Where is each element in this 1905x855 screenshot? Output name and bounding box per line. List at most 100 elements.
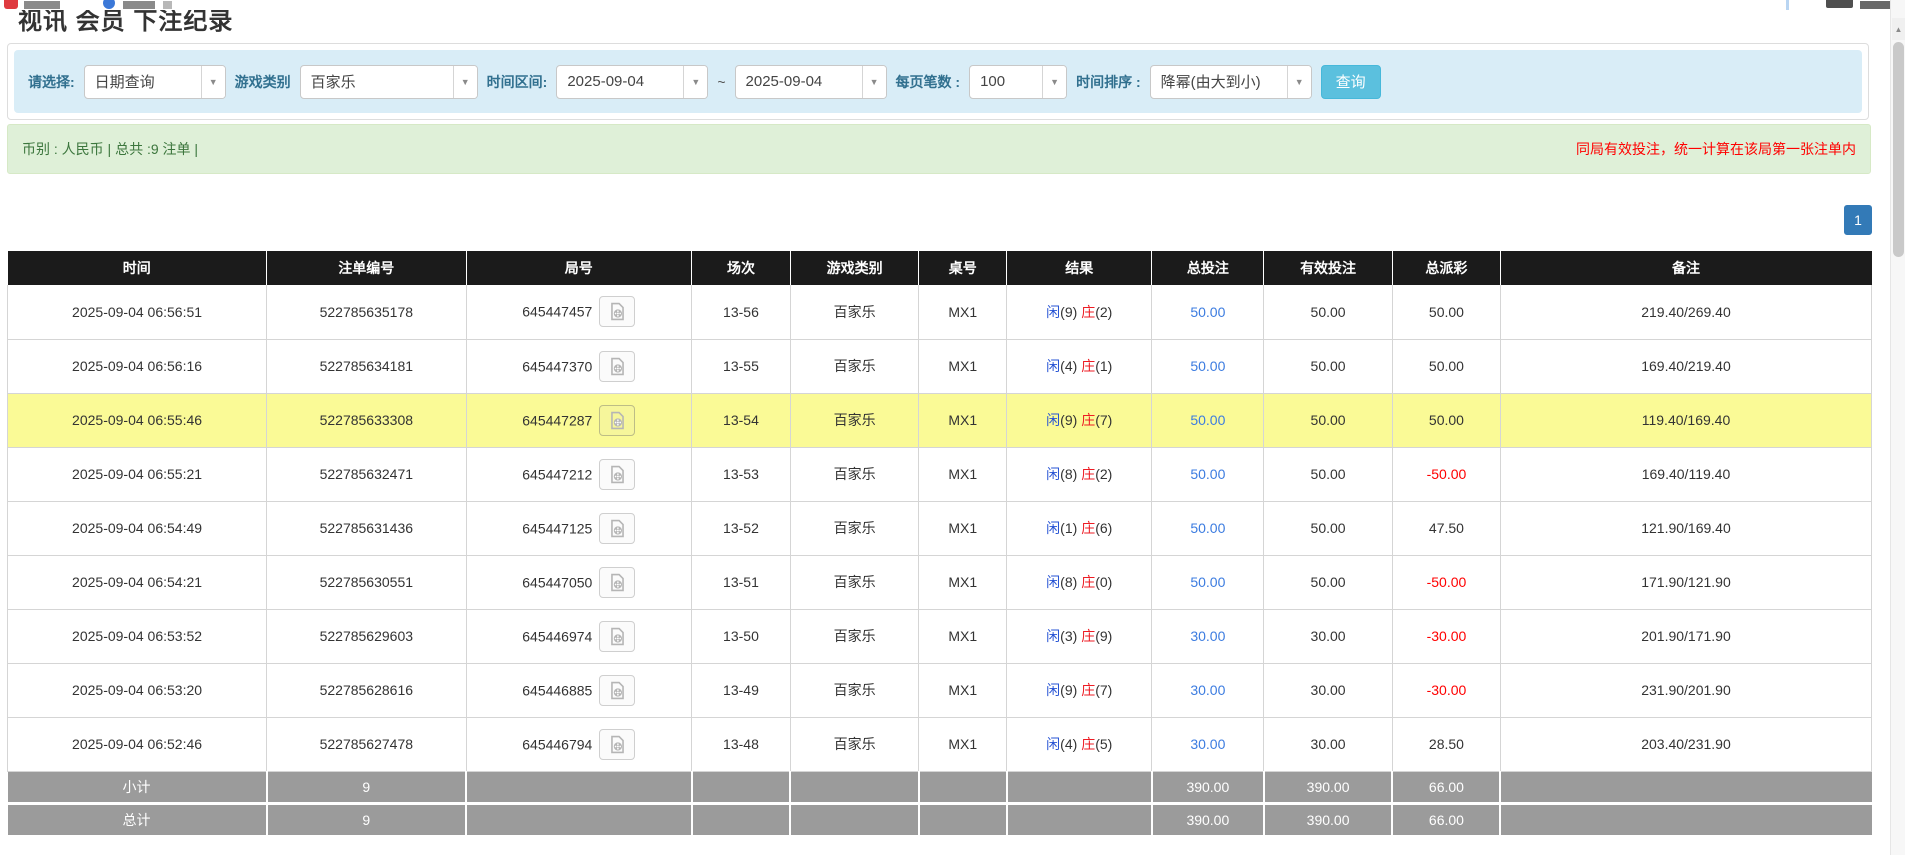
subtotal-total-bet: 390.00 [1152,771,1264,803]
cell-bet-id: 522785630551 [267,555,466,609]
video-replay-button[interactable] [599,729,635,760]
page-size-label: 每页笔数 : [896,72,961,92]
cell-time: 2025-09-04 06:56:16 [8,339,267,393]
total-bet-link[interactable]: 30.00 [1190,736,1225,752]
filter-panel: 请选择: 日期查询 ▼ 游戏类别 百家乐 ▼ 时间区间: 2025-09-04 … [7,43,1869,120]
date-to-select[interactable]: 2025-09-04 ▼ [735,65,887,99]
video-document-icon [608,411,627,430]
total-bet-link[interactable]: 50.00 [1190,358,1225,374]
range-separator: ~ [717,74,725,90]
bookmark-label-fragment[interactable] [24,1,60,9]
cell-total-bet: 50.00 [1152,393,1264,447]
table-row: 2025-09-04 06:54:49 522785631436 6454471… [8,501,1872,555]
cell-round: 645446885 [466,663,692,717]
cell-time: 2025-09-04 06:54:49 [8,501,267,555]
bookmark-chevron-icon[interactable] [163,1,172,9]
total-bet-link[interactable]: 50.00 [1190,520,1225,536]
cell-table-no: MX1 [919,501,1007,555]
search-button[interactable]: 查询 [1321,65,1381,99]
column-header: 总派彩 [1392,251,1500,285]
cell-session: 13-54 [692,393,791,447]
table-row: 2025-09-04 06:54:21 522785630551 6454470… [8,555,1872,609]
cell-bet-id: 522785633308 [267,393,466,447]
cell-round: 645447125 [466,501,692,555]
subtotal-valid-bet: 390.00 [1264,771,1393,803]
chevron-down-icon: ▼ [862,66,886,98]
bookmark-favicon-red-icon[interactable] [4,0,18,9]
cell-session: 13-52 [692,501,791,555]
total-bet-link[interactable]: 50.00 [1190,304,1225,320]
column-header: 有效投注 [1264,251,1393,285]
total-bet-link[interactable]: 50.00 [1190,466,1225,482]
video-document-icon [608,465,627,484]
scrollbar-up-icon[interactable]: ▲ [1892,18,1905,40]
bookmark-favicon-blue-icon[interactable] [103,0,115,9]
date-from-select[interactable]: 2025-09-04 ▼ [556,65,708,99]
cell-total-bet: 50.00 [1152,285,1264,339]
cell-total-bet: 50.00 [1152,501,1264,555]
cell-total-bet: 50.00 [1152,339,1264,393]
cell-result: 闲(8) 庄(0) [1007,555,1152,609]
query-type-select[interactable]: 日期查询 ▼ [84,65,226,99]
chevron-down-icon: ▼ [1287,66,1311,98]
cell-table-no: MX1 [919,285,1007,339]
cell-result: 闲(4) 庄(1) [1007,339,1152,393]
game-category-select[interactable]: 百家乐 ▼ [300,65,478,99]
cell-round: 645446974 [466,609,692,663]
video-document-icon [608,302,627,321]
cell-time: 2025-09-04 06:56:51 [8,285,267,339]
scrollbar-thumb[interactable] [1893,42,1904,257]
bookmark-label-fragment[interactable] [123,1,155,9]
video-replay-button[interactable] [599,296,635,327]
column-header: 注单编号 [267,251,466,285]
page-size-select[interactable]: 100 ▼ [969,65,1067,99]
cell-payout: 50.00 [1392,285,1500,339]
table-header-row: 时间注单编号局号场次游戏类别桌号结果总投注有效投注总派彩备注 [8,251,1872,285]
video-replay-button[interactable] [599,675,635,706]
video-document-icon [608,357,627,376]
cell-payout: 28.50 [1392,717,1500,771]
column-header: 结果 [1007,251,1152,285]
table-row: 2025-09-04 06:55:21 522785632471 6454472… [8,447,1872,501]
cell-table-no: MX1 [919,393,1007,447]
summary-alert: 币别 : 人民币 | 总共 :9 注单 | 同局有效投注，统一计算在该局第一张注… [7,124,1871,174]
table-row: 2025-09-04 06:55:46 522785633308 6454472… [8,393,1872,447]
video-replay-button[interactable] [599,567,635,598]
video-replay-button[interactable] [599,513,635,544]
cell-result: 闲(8) 庄(2) [1007,447,1152,501]
column-header: 游戏类别 [790,251,919,285]
page-1-button[interactable]: 1 [1844,205,1872,235]
time-sort-label: 时间排序 : [1076,72,1141,92]
all-bookmarks-folder-icon[interactable] [1826,0,1853,8]
column-header: 总投注 [1152,251,1264,285]
subtotal-count: 9 [267,771,466,803]
cell-bet-id: 522785629603 [267,609,466,663]
vertical-scrollbar[interactable]: ▲ [1890,0,1905,855]
video-replay-button[interactable] [599,351,635,382]
total-bet-link[interactable]: 30.00 [1190,682,1225,698]
cell-round: 645447050 [466,555,692,609]
cell-payout: -30.00 [1392,663,1500,717]
total-bet-link[interactable]: 50.00 [1190,412,1225,428]
cell-time: 2025-09-04 06:54:21 [8,555,267,609]
video-replay-button[interactable] [599,405,635,436]
cell-valid-bet: 50.00 [1264,285,1393,339]
cell-payout: -50.00 [1392,555,1500,609]
time-sort-select[interactable]: 降幂(由大到小) ▼ [1150,65,1312,99]
total-bet-link[interactable]: 50.00 [1190,574,1225,590]
video-document-icon [608,573,627,592]
video-replay-button[interactable] [599,621,635,652]
cell-game: 百家乐 [790,285,919,339]
cell-game: 百家乐 [790,339,919,393]
cell-remark: 169.40/219.40 [1500,339,1871,393]
cell-payout: -30.00 [1392,609,1500,663]
betting-records-page: 视讯 会员 下注纪录 请选择: 日期查询 ▼ 游戏类别 百家乐 ▼ 时间区间: … [0,0,1905,855]
cell-session: 13-53 [692,447,791,501]
records-table-container: 时间注单编号局号场次游戏类别桌号结果总投注有效投注总派彩备注 2025-09-0… [7,251,1872,835]
cell-round: 645447370 [466,339,692,393]
cell-game: 百家乐 [790,555,919,609]
total-bet-link[interactable]: 30.00 [1190,628,1225,644]
video-replay-button[interactable] [599,459,635,490]
chevron-down-icon: ▼ [201,66,225,98]
column-header: 备注 [1500,251,1871,285]
